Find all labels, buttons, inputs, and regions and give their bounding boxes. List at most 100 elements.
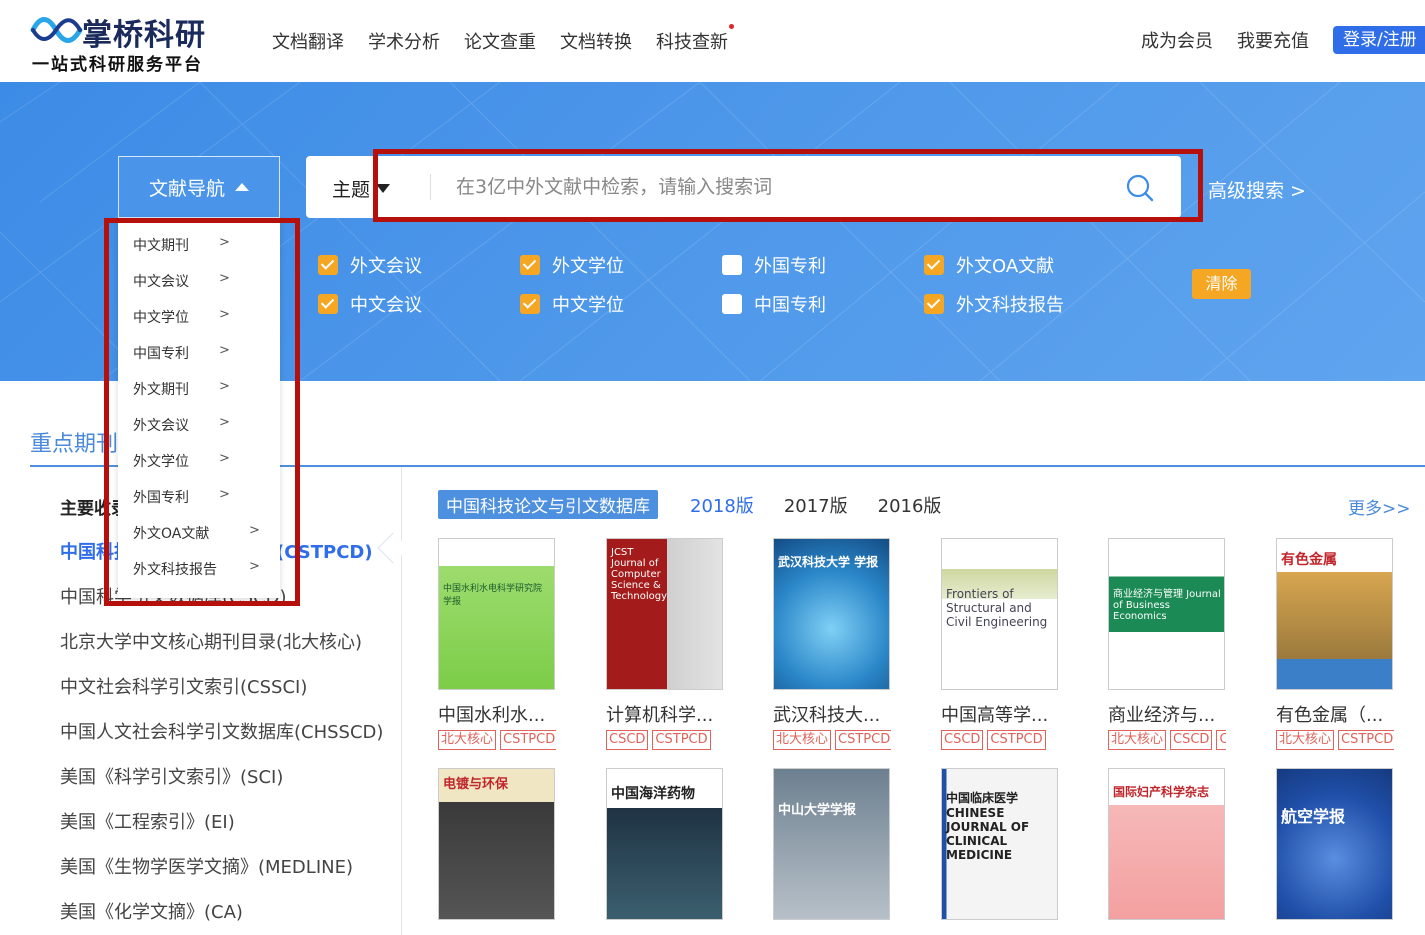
filter-foreign-tech-report[interactable]: 外文科技报告 (924, 291, 1064, 317)
nav-novelty-label: 科技查新 (656, 32, 728, 53)
cover-title: JCST Journal of Computer Science & Techn… (611, 547, 668, 602)
tag-badge: CSTPCD (835, 730, 891, 750)
journal-title: 有色金属（... (1276, 705, 1384, 726)
recharge-link[interactable]: 我要充值 (1237, 27, 1309, 53)
checkbox-unchecked-icon (722, 255, 742, 275)
journal-cover[interactable]: 中国水利水电科学研究院 学报 (438, 538, 555, 690)
database-version-tabs: 中国科技论文与引文数据库 2018版 2017版 2016版 (438, 490, 941, 519)
index-item-ei[interactable]: 美国《工程索引》(EI) (60, 808, 235, 834)
journal-tags: 北大核心 CSTPCD (1276, 730, 1394, 750)
version-tab-2016[interactable]: 2016版 (878, 492, 942, 518)
login-register-button[interactable]: 登录/注册 (1333, 26, 1425, 54)
journal-cover[interactable]: 中国临床医学 CHINESE JOURNAL OF CLINICAL MEDIC… (941, 768, 1058, 920)
filter-foreign-degree[interactable]: 外文学位 (520, 252, 624, 278)
journal-tags: 北大核心 CSTPCD (773, 730, 891, 750)
tag-badge: CSCD (941, 730, 984, 750)
tag-badge: CSTPCD (987, 730, 1046, 750)
index-item-chsscd[interactable]: 中国人文社会科学引文数据库(CHSSCD) (60, 718, 383, 744)
cover-title: 国际妇产科学杂志 (1113, 785, 1210, 799)
clear-filters-button[interactable]: 清除 (1192, 269, 1251, 299)
checkbox-checked-icon (520, 294, 540, 314)
nav-novelty-search[interactable]: 科技查新 (656, 24, 734, 54)
become-member-link[interactable]: 成为会员 (1141, 27, 1213, 53)
filter-chinese-patent[interactable]: 中国专利 (722, 291, 826, 317)
tag-badge: CSCD (606, 730, 649, 750)
journal-cover[interactable]: Frontiers of Structural and Civil Engine… (941, 538, 1058, 690)
checkbox-unchecked-icon (722, 294, 742, 314)
filter-label: 外文OA文献 (956, 256, 1055, 277)
tag-badge: CSCD (1170, 730, 1213, 750)
caret-up-icon (235, 183, 249, 191)
cover-title: 中国海洋药物 (611, 786, 695, 802)
filter-label: 中国专利 (754, 295, 826, 316)
cover-title: 有色金属 (1281, 552, 1337, 568)
checkbox-checked-icon (318, 255, 338, 275)
index-item-sci[interactable]: 美国《科学引文索引》(SCI) (60, 763, 283, 789)
checkbox-checked-icon (520, 255, 540, 275)
version-tab-2018[interactable]: 2018版 (690, 492, 754, 518)
journal-cover[interactable]: JCST Journal of Computer Science & Techn… (606, 538, 723, 690)
nav-plagiarism-check[interactable]: 论文查重 (464, 28, 536, 54)
journal-title: 商业经济与... (1108, 705, 1216, 726)
journal-tags: CSCD CSTPCD (606, 730, 724, 750)
checkbox-checked-icon (924, 255, 944, 275)
literature-nav-button[interactable]: 文献导航 (118, 156, 280, 218)
filter-foreign-patent[interactable]: 外国专利 (722, 252, 826, 278)
advanced-search-link[interactable]: 高级搜索 > (1208, 176, 1306, 203)
filter-label: 外文会议 (350, 256, 422, 277)
journal-cover[interactable]: 电镀与环保 (438, 768, 555, 920)
tag-badge: 北大核心 (1276, 730, 1335, 750)
tag-badge: CSTPCD (1338, 730, 1394, 750)
cover-title: 中山大学学报 (778, 803, 857, 818)
new-dot-badge (729, 24, 734, 29)
literature-nav-label: 文献导航 (148, 177, 225, 200)
index-item-medline[interactable]: 美国《生物学医学文摘》(MEDLINE) (60, 853, 353, 879)
database-name-tab[interactable]: 中国科技论文与引文数据库 (438, 490, 658, 519)
tag-badge: CSTPCD (652, 730, 711, 750)
tag-badge: CSSCI (1216, 730, 1226, 750)
filter-foreign-oa[interactable]: 外文OA文献 (924, 252, 1054, 278)
logo-title: 掌桥科研 (82, 18, 206, 53)
cover-title: Frontiers of Structural and Civil Engine… (946, 587, 1048, 629)
nav-doc-convert[interactable]: 文档转换 (560, 28, 632, 54)
filter-foreign-conference[interactable]: 外文会议 (318, 252, 422, 278)
journal-cover[interactable]: 武汉科技大学 学报 (773, 538, 890, 690)
filter-label: 中文会议 (350, 295, 422, 316)
more-link[interactable]: 更多>> (1348, 494, 1411, 519)
filter-label: 外文学位 (552, 256, 624, 277)
checkbox-checked-icon (924, 294, 944, 314)
logo-wave-icon (30, 17, 83, 43)
cover-title: 电镀与环保 (443, 777, 509, 792)
logo-subtitle: 一站式科研服务平台 (32, 55, 203, 75)
journal-title: 计算机科学... (606, 705, 714, 726)
journal-tags: 北大核心 CSCD CSSCI (1108, 730, 1226, 750)
top-header: 掌桥科研 一站式科研服务平台 文档翻译 学术分析 论文查重 文档转换 科技查新 … (0, 0, 1425, 82)
journal-cover[interactable]: 国际妇产科学杂志 (1108, 768, 1225, 920)
header-actions: 成为会员 我要充值 登录/注册 (1141, 26, 1425, 54)
filter-label: 中文学位 (552, 295, 624, 316)
dropdown-highlight-box (104, 218, 300, 606)
tag-badge: 北大核心 (773, 730, 832, 750)
site-logo[interactable]: 掌桥科研 一站式科研服务平台 (30, 10, 230, 75)
index-item-ca[interactable]: 美国《化学文摘》(CA) (60, 898, 243, 924)
journal-cover[interactable]: 中山大学学报 (773, 768, 890, 920)
journal-tags: CSCD CSTPCD (941, 730, 1059, 750)
index-item-pku-core[interactable]: 北京大学中文核心期刊目录(北大核心) (60, 628, 362, 654)
active-pointer (377, 532, 409, 564)
tag-badge: CSTPCD (500, 730, 556, 750)
index-item-cssci[interactable]: 中文社会科学引文索引(CSSCI) (60, 673, 307, 699)
nav-academic-analysis[interactable]: 学术分析 (368, 28, 440, 54)
main-nav: 文档翻译 学术分析 论文查重 文档转换 科技查新 (272, 24, 752, 54)
journal-tags: 北大核心 CSTPCD (438, 730, 556, 750)
journal-title: 中国高等学... (941, 705, 1049, 726)
tag-badge: 北大核心 (438, 730, 497, 750)
journal-cover[interactable]: 商业经济与管理 Journal of Business Economics (1108, 538, 1225, 690)
filter-chinese-degree[interactable]: 中文学位 (520, 291, 624, 317)
journal-cover[interactable]: 中国海洋药物 (606, 768, 723, 920)
journal-title: 中国水利水... (438, 705, 546, 726)
version-tab-2017[interactable]: 2017版 (784, 492, 848, 518)
filter-chinese-conference[interactable]: 中文会议 (318, 291, 422, 317)
journal-cover[interactable]: 航空学报 (1276, 768, 1393, 920)
journal-cover[interactable]: 有色金属 (1276, 538, 1393, 690)
nav-doc-translate[interactable]: 文档翻译 (272, 28, 344, 54)
